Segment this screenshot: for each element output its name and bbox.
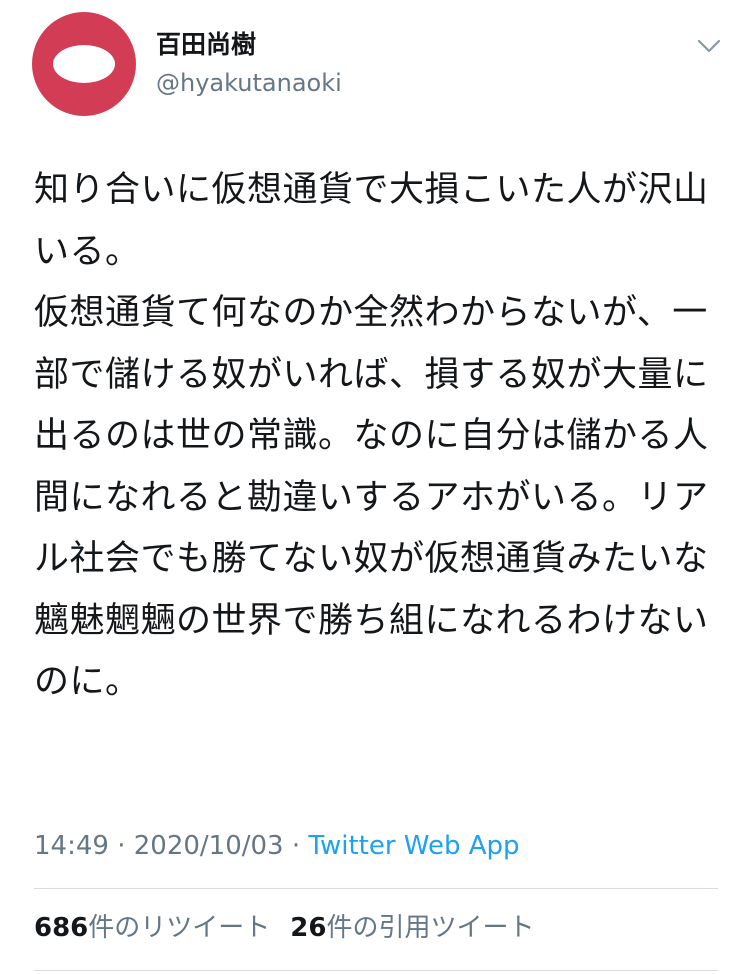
meta-separator: · — [283, 831, 309, 861]
tweet-metadata: 14:49 · 2020/10/03 · Twitter Web App — [34, 828, 520, 864]
meta-separator: · — [108, 831, 134, 861]
quotes-label: 件の引用ツイート — [326, 913, 535, 943]
tweet-source-link[interactable]: Twitter Web App — [308, 831, 519, 861]
retweets-stat[interactable]: 686件のリツイート — [34, 910, 270, 946]
avatar-image — [53, 45, 115, 83]
retweets-count: 686 — [34, 913, 89, 943]
divider — [34, 970, 718, 971]
tweet-stats: 686件のリツイート 26件の引用ツイート — [34, 910, 555, 946]
tweet-header: 百田尚樹 @hyakutanaoki — [0, 0, 749, 130]
quotes-stat[interactable]: 26件の引用ツイート — [290, 910, 534, 946]
avatar[interactable] — [32, 12, 136, 116]
author-display-name[interactable]: 百田尚樹 — [156, 28, 256, 62]
tweet-date[interactable]: 2020/10/03 — [134, 831, 284, 861]
tweet-time[interactable]: 14:49 — [34, 831, 109, 861]
chevron-down-icon[interactable] — [693, 30, 725, 62]
quotes-count: 26 — [290, 913, 327, 943]
divider — [34, 888, 718, 889]
tweet-text: 知り合いに仮想通貨で大損こいた人が沢山いる。 仮想通貨て何なのか全然わからないが… — [34, 170, 709, 702]
author-handle[interactable]: @hyakutanaoki — [156, 66, 342, 100]
retweets-label: 件のリツイート — [88, 913, 271, 943]
